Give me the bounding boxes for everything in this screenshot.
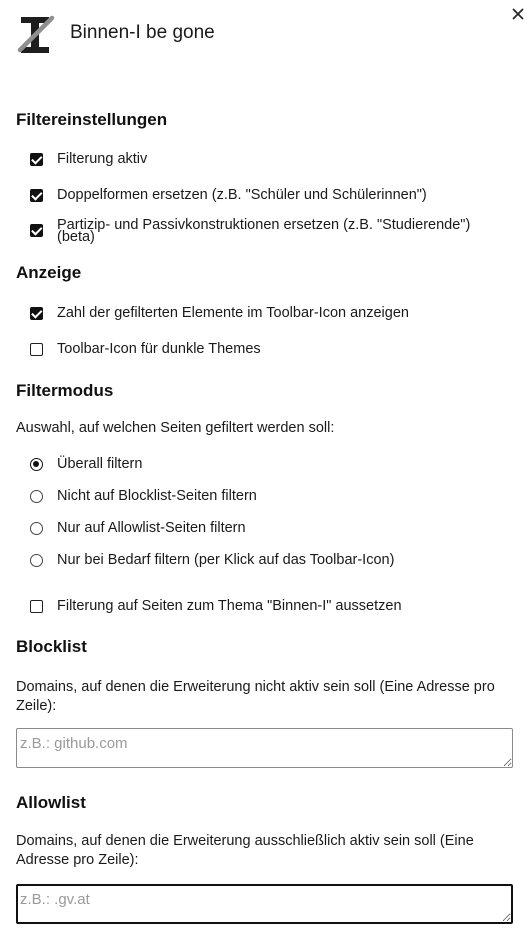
blocklist-description: Domains, auf denen die Erweiterung nicht… [16, 678, 495, 716]
filter-active-option[interactable]: Filterung aktiv [30, 151, 147, 167]
mode-on-demand-radio[interactable] [30, 553, 43, 567]
mode-not-blocklist-label: Nicht auf Blocklist-Seiten filtern [57, 488, 257, 504]
show-count-label: Zahl der gefilterten Elemente im Toolbar… [57, 305, 409, 321]
filter-mode-heading: Filtermodus [16, 381, 114, 400]
blocklist-heading: Blocklist [16, 637, 87, 656]
replace-participles-label-line1: Partizip- und Passivkonstruktionen erset… [57, 217, 471, 233]
filter-settings-heading: Filtereinstellungen [16, 110, 168, 129]
blocklist-description-line2: Zeile): [16, 698, 57, 714]
replace-participles-checkbox[interactable] [30, 224, 43, 237]
allowlist-description-line2: Adresse pro Zeile): [16, 852, 139, 868]
mode-on-demand-label: Nur bei Bedarf filtern (per Klick auf da… [57, 552, 395, 568]
dark-theme-icon-option[interactable]: Toolbar-Icon für dunkle Themes [30, 341, 261, 357]
mode-not-blocklist-option[interactable]: Nicht auf Blocklist-Seiten filtern [30, 488, 257, 504]
filter-active-label: Filterung aktiv [57, 151, 148, 167]
suspend-binnen-i-label: Filterung auf Seiten zum Thema "Binnen-I… [57, 598, 402, 614]
allowlist-heading: Allowlist [16, 793, 86, 812]
replace-double-forms-label: Doppelformen ersetzen (z.B. "Schüler und… [57, 187, 427, 203]
mode-on-demand-option[interactable]: Nur bei Bedarf filtern (per Klick auf da… [30, 552, 394, 568]
dark-theme-icon-checkbox[interactable] [30, 342, 43, 356]
suspend-binnen-i-option[interactable]: Filterung auf Seiten zum Thema "Binnen-I… [30, 598, 402, 614]
replace-double-forms-checkbox[interactable] [30, 188, 43, 202]
mode-allowlist-only-option[interactable]: Nur auf Allowlist-Seiten filtern [30, 520, 246, 536]
replace-participles-label: Partizip- und Passivkonstruktionen erset… [57, 217, 471, 245]
allowlist-description-line1: Domains, auf denen die Erweiterung aussc… [16, 833, 474, 849]
app-title: Binnen-I be gone [70, 22, 215, 43]
mode-everywhere-option[interactable]: Überall filtern [30, 456, 142, 472]
blocklist-textarea[interactable] [16, 728, 513, 768]
filter-mode-description: Auswahl, auf welchen Seiten gefiltert we… [16, 420, 335, 436]
mode-not-blocklist-radio[interactable] [30, 489, 43, 503]
mode-everywhere-label: Überall filtern [57, 456, 143, 472]
filter-active-checkbox[interactable] [30, 152, 43, 166]
replace-participles-label-line2: (beta) [57, 228, 95, 245]
mode-everywhere-radio[interactable] [30, 457, 43, 471]
display-heading: Anzeige [16, 263, 82, 282]
show-count-option[interactable]: Zahl der gefilterten Elemente im Toolbar… [30, 305, 409, 321]
allowlist-description: Domains, auf denen die Erweiterung aussc… [16, 832, 474, 870]
crossed-letter-i-logo [17, 15, 55, 53]
show-count-checkbox[interactable] [30, 306, 43, 320]
suspend-binnen-i-checkbox[interactable] [30, 599, 43, 613]
replace-double-forms-option[interactable]: Doppelformen ersetzen (z.B. "Schüler und… [30, 187, 427, 203]
dark-theme-icon-label: Toolbar-Icon für dunkle Themes [57, 341, 261, 357]
blocklist-description-line1: Domains, auf denen die Erweiterung nicht… [16, 679, 495, 695]
close-icon[interactable] [510, 6, 526, 22]
allowlist-textarea[interactable] [16, 884, 513, 924]
mode-allowlist-only-radio[interactable] [30, 521, 43, 535]
mode-allowlist-only-label: Nur auf Allowlist-Seiten filtern [57, 520, 246, 536]
